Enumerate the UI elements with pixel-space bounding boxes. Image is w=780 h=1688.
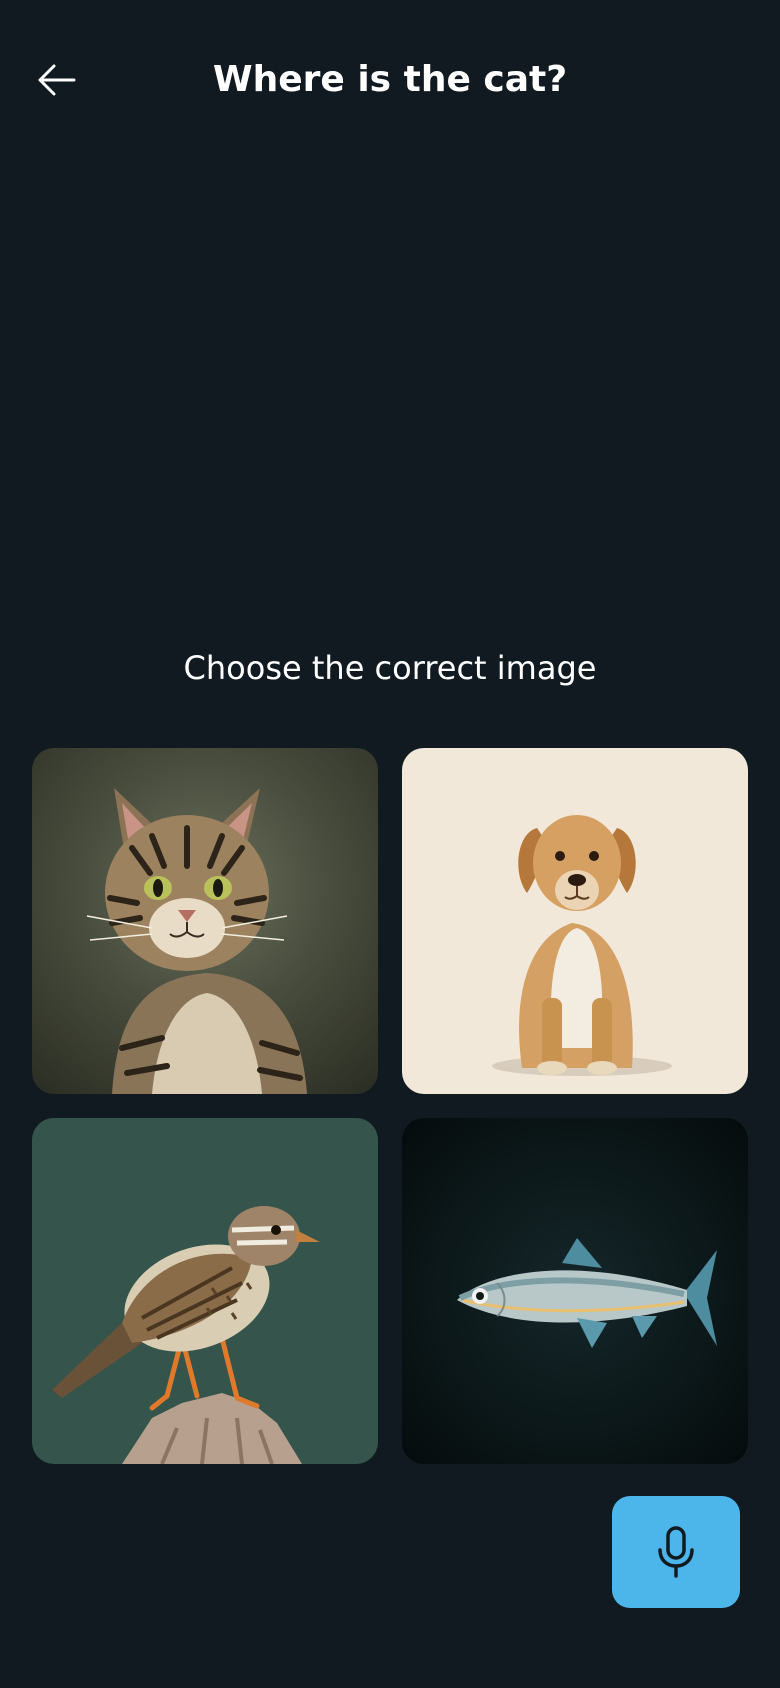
option-bird-image[interactable]: [32, 1118, 378, 1464]
cat-illustration: [86, 788, 307, 1094]
bird-illustration: [52, 1206, 320, 1464]
dog-illustration: [492, 815, 672, 1076]
quiz-screen: Where is the cat? Choose the correct ima…: [0, 0, 780, 1688]
option-cat-image[interactable]: [32, 748, 378, 1094]
page-title: Where is the cat?: [212, 59, 568, 100]
fish-illustration: [457, 1238, 717, 1348]
instruction-text: Choose the correct image: [183, 649, 597, 687]
microphone-button[interactable]: [612, 1496, 740, 1608]
microphone-icon: [658, 1526, 694, 1578]
option-fish-image[interactable]: [402, 1118, 748, 1464]
option-dog-image[interactable]: [402, 748, 748, 1094]
